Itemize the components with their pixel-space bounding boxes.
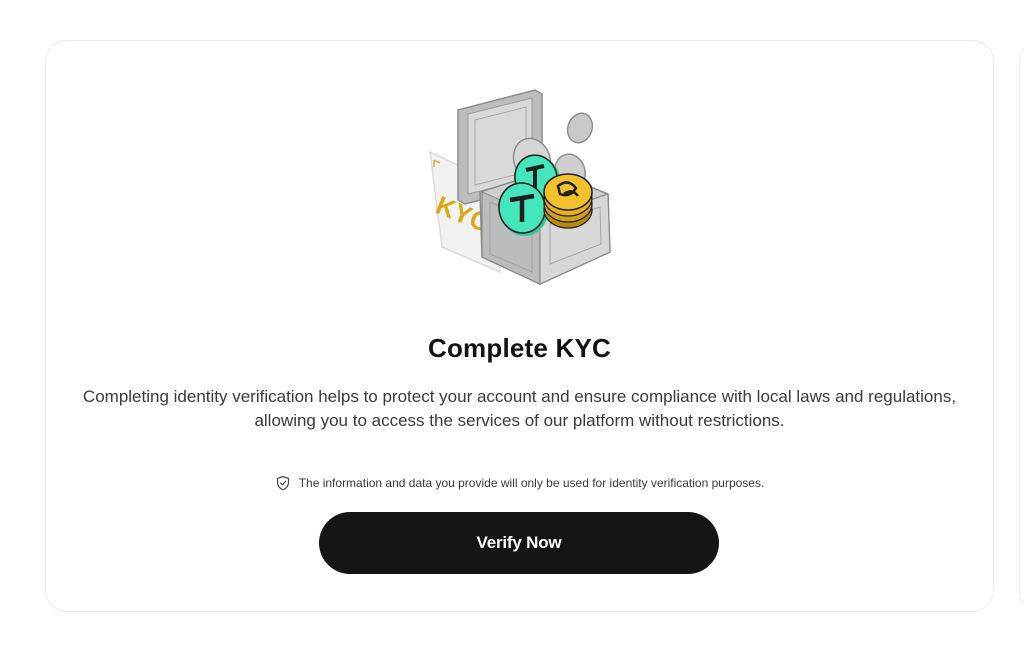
shield-check-icon — [275, 475, 291, 491]
page: KYC Complete KYC Completing identity ver… — [0, 0, 1024, 649]
privacy-note-text: The information and data you provide wil… — [298, 476, 765, 490]
adjacent-card-edge — [1019, 40, 1024, 612]
kyc-safe-illustration: KYC — [429, 89, 611, 285]
privacy-note: The information and data you provide wil… — [45, 475, 994, 491]
page-title: Complete KYC — [428, 333, 611, 363]
gold-coin-stack — [543, 173, 593, 229]
verify-now-button[interactable]: Verify Now — [319, 512, 719, 574]
kyc-description: Completing identity verification helps t… — [82, 387, 957, 430]
